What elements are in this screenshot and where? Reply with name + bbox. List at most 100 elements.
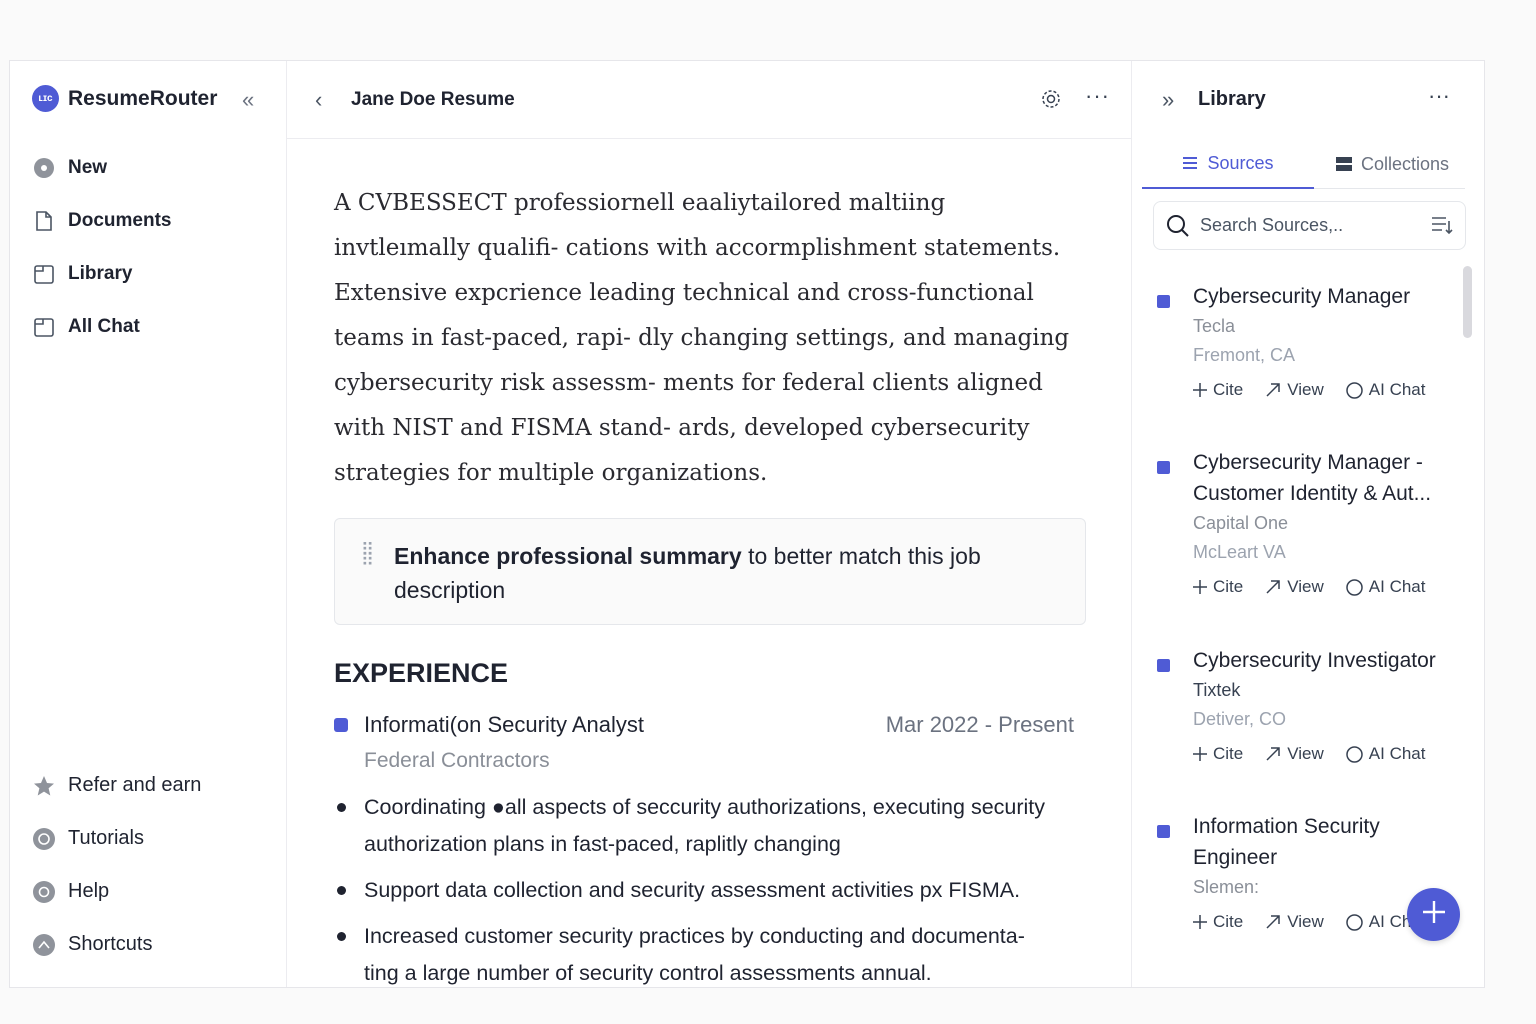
- collapse-sidebar-icon[interactable]: «: [242, 87, 254, 113]
- brand[interactable]: ʟɪᴄ ResumeRouter: [32, 85, 217, 112]
- sidebar: ʟɪᴄ ResumeRouter « New Documents Library…: [10, 61, 287, 987]
- sidebar-bottom-nav: Refer and earn Tutorials Help Shortcuts: [32, 759, 272, 971]
- source-location: McLeart VA: [1193, 542, 1286, 562]
- source-item[interactable]: Cybersecurity Manager - Customer Identit…: [1154, 447, 1462, 645]
- cite-button[interactable]: Cite: [1193, 577, 1243, 597]
- bullet-item[interactable]: Coordinating ●all aspects of seccurity a…: [334, 789, 1064, 863]
- job-marker-icon: [334, 718, 348, 732]
- ai-chat-button[interactable]: AI Ch: [1346, 912, 1411, 932]
- job-dates: Mar 2022 - Present: [885, 712, 1074, 737]
- view-button[interactable]: View: [1265, 577, 1324, 597]
- brand-name: ResumeRouter: [68, 86, 218, 110]
- source-marker-icon: [1157, 295, 1170, 308]
- bullet-item[interactable]: Increased customer security practices by…: [334, 918, 1064, 987]
- document-header: ‹ Jane Doe Resume ···: [287, 61, 1131, 139]
- sidebar-item-shortcuts[interactable]: Shortcuts: [32, 918, 272, 971]
- chat-bubble-icon: [1346, 913, 1363, 931]
- ai-chat-button[interactable]: AI Chat: [1346, 380, 1425, 400]
- view-button[interactable]: View: [1265, 380, 1324, 400]
- source-item[interactable]: Cybersecurity Manager Tecla Fremont, CA …: [1154, 281, 1462, 447]
- cite-button[interactable]: Cite: [1193, 380, 1243, 400]
- tutorials-icon: [32, 827, 56, 851]
- source-title: Cybersecurity Investigator: [1193, 649, 1436, 672]
- chat-bubble-icon: [1346, 381, 1363, 399]
- chat-bubble-icon: [1346, 578, 1363, 596]
- external-link-icon: [1265, 746, 1281, 762]
- more-options-icon[interactable]: ···: [1085, 83, 1110, 109]
- view-label: View: [1287, 744, 1324, 763]
- tab-collections[interactable]: Collections: [1320, 139, 1465, 189]
- document-title: Jane Doe Resume: [351, 89, 515, 110]
- sidebar-item-documents[interactable]: Documents: [32, 194, 272, 247]
- expand-panel-icon[interactable]: »: [1162, 87, 1174, 113]
- source-company: Tixtek: [1193, 680, 1241, 700]
- cite-label: Cite: [1213, 744, 1244, 763]
- source-title: Information Security Engineer: [1193, 815, 1380, 869]
- cite-label: Cite: [1213, 912, 1244, 931]
- ai-chat-label: AI Chat: [1368, 577, 1426, 596]
- cite-label: Cite: [1213, 577, 1244, 596]
- view-button[interactable]: View: [1265, 912, 1324, 932]
- bullet-item[interactable]: Support data collection and security ass…: [334, 872, 1064, 909]
- help-icon: [32, 880, 56, 904]
- sidebar-item-label: Tutorials: [68, 827, 144, 849]
- search-input[interactable]: [1200, 215, 1420, 236]
- suggestion-text: Enhance professional summary to better m…: [394, 539, 1054, 607]
- library-panel: » Library ··· Sources Collections Search…: [1132, 61, 1484, 987]
- job-company: Federal Contractors: [364, 749, 550, 772]
- drag-handle-icon[interactable]: ⠿ ⠿: [361, 541, 374, 569]
- sidebar-item-all-chat[interactable]: All Chat: [32, 300, 272, 353]
- sidebar-item-new[interactable]: New: [32, 141, 272, 194]
- external-link-icon: [1265, 579, 1281, 595]
- source-item[interactable]: Cybersecurity Investigator Tixtek Detive…: [1154, 645, 1462, 811]
- tab-sources[interactable]: Sources: [1142, 139, 1314, 189]
- view-label: View: [1287, 577, 1324, 596]
- plus-icon: [1193, 580, 1207, 594]
- source-company: Tecla: [1193, 316, 1236, 336]
- brand-logo-icon: ʟɪᴄ: [32, 85, 59, 112]
- add-source-fab[interactable]: [1407, 888, 1460, 941]
- search-icon: [1166, 214, 1190, 238]
- shortcuts-icon: [32, 933, 56, 957]
- source-title: Cybersecurity Manager - Customer Identit…: [1193, 451, 1432, 505]
- professional-summary[interactable]: A CVBESSECT professiornell eaaliytailore…: [334, 181, 1079, 496]
- chat-icon: [32, 315, 56, 339]
- sidebar-item-refer[interactable]: Refer and earn: [32, 759, 272, 812]
- back-chevron-icon[interactable]: ‹: [315, 87, 322, 113]
- sidebar-item-library[interactable]: Library: [32, 247, 272, 300]
- job-bullets: Coordinating ●all aspects of seccurity a…: [334, 789, 1064, 987]
- document-editor: ‹ Jane Doe Resume ··· A CVBESSECT profes…: [287, 61, 1132, 987]
- view-label: View: [1287, 380, 1324, 399]
- source-actions: Cite View AI Chat: [1193, 577, 1462, 597]
- ai-chat-button[interactable]: AI Chat: [1346, 744, 1425, 764]
- collections-icon: [1335, 157, 1352, 171]
- external-link-icon: [1265, 914, 1281, 930]
- view-label: View: [1287, 912, 1324, 931]
- chat-bubble-icon: [1346, 745, 1363, 763]
- view-button[interactable]: View: [1265, 744, 1324, 764]
- app-window: ʟɪᴄ ResumeRouter « New Documents Library…: [9, 60, 1485, 988]
- source-company: Capital One: [1193, 513, 1289, 533]
- more-options-icon[interactable]: ···: [1428, 83, 1450, 109]
- sidebar-item-tutorials[interactable]: Tutorials: [32, 812, 272, 865]
- job-title[interactable]: Informati(on Security Analyst: [364, 712, 644, 738]
- source-actions: Cite View AI Chat: [1193, 744, 1462, 764]
- sidebar-item-help[interactable]: Help: [32, 865, 272, 918]
- sidebar-item-label: Refer and earn: [68, 774, 202, 796]
- ai-chat-button[interactable]: AI Chat: [1346, 577, 1426, 597]
- plus-icon: [1193, 915, 1207, 929]
- source-marker-icon: [1157, 825, 1170, 838]
- library-icon: [32, 262, 56, 286]
- cite-button[interactable]: Cite: [1193, 744, 1243, 764]
- filter-icon[interactable]: [1431, 215, 1453, 240]
- library-title: Library: [1198, 88, 1266, 110]
- source-location: Fremont, CA: [1193, 345, 1296, 365]
- source-list: Cybersecurity Manager Tecla Fremont, CA …: [1154, 281, 1462, 951]
- plus-icon: [1420, 898, 1448, 931]
- ai-suggestion-card[interactable]: ⠿ ⠿ Enhance professional summary to bette…: [334, 518, 1086, 625]
- cite-button[interactable]: Cite: [1193, 912, 1243, 932]
- settings-gear-icon[interactable]: [1039, 87, 1063, 116]
- scrollbar[interactable]: [1463, 266, 1472, 338]
- sidebar-item-label: New: [68, 156, 108, 178]
- sidebar-item-label: Help: [68, 880, 110, 902]
